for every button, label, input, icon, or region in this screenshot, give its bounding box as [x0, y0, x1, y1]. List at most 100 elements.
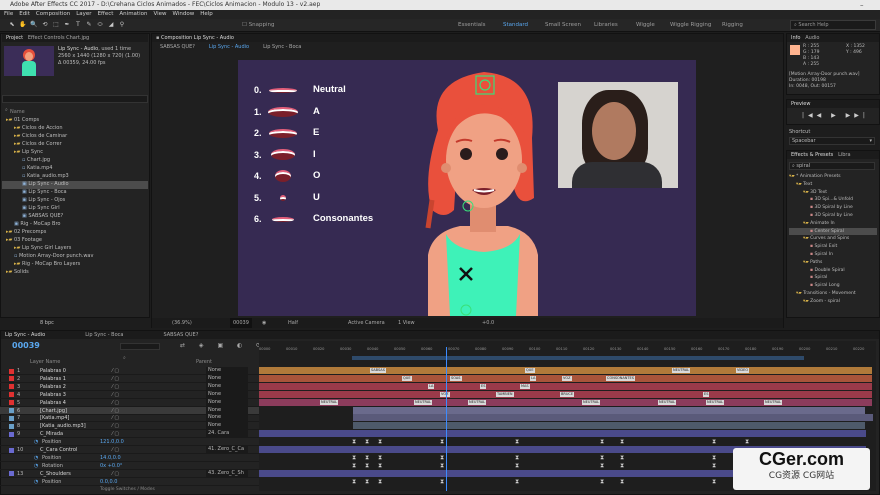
- project-item[interactable]: ▣ Lip Sync - Audio: [2, 181, 148, 189]
- layer-name[interactable]: C_Cara Control: [40, 446, 77, 454]
- keyframe-icon[interactable]: ⧗: [378, 438, 382, 445]
- project-item[interactable]: ▸▰ 03 Footage: [2, 237, 148, 245]
- col-parent[interactable]: Parent: [196, 359, 212, 366]
- property-value[interactable]: 0.0,0.0: [100, 478, 118, 486]
- effects-item[interactable]: ▾▰ * Animation Presets: [789, 173, 877, 181]
- effects-item[interactable]: ▪ Spiral Exit: [789, 243, 877, 251]
- layer-name[interactable]: [Chart.jpg]: [40, 407, 67, 415]
- effects-item[interactable]: ▪ 3D Spi...& Unfold: [789, 196, 877, 204]
- keyframe-icon[interactable]: ⧗: [365, 478, 369, 485]
- project-item[interactable]: ▫ Katia_audio.mp3: [2, 173, 148, 181]
- project-col-name[interactable]: Name: [10, 109, 25, 116]
- playhead[interactable]: [446, 347, 447, 491]
- switch-icons[interactable]: ⁄ ▢: [112, 399, 119, 407]
- layer-name[interactable]: [Katia_audio.mp3]: [40, 422, 86, 430]
- shortcut-select[interactable]: Spacebar ▾: [789, 137, 875, 145]
- menu-file[interactable]: File: [4, 10, 13, 19]
- project-item[interactable]: ▫ Katia.mp4: [2, 165, 148, 173]
- label-color[interactable]: [9, 431, 14, 437]
- effects-item[interactable]: ▪ Spiral Long: [789, 282, 877, 290]
- keyframe-icon[interactable]: ⧗: [352, 478, 356, 485]
- resolution-select[interactable]: Half: [288, 318, 298, 328]
- tab-effect-controls[interactable]: Effect Controls Chart.jpg: [28, 35, 89, 41]
- parent-select[interactable]: None: [206, 414, 248, 422]
- col-layer-name[interactable]: Layer Name: [30, 359, 60, 366]
- project-item[interactable]: ▸▰ 01 Comps: [2, 117, 148, 125]
- zoom-level[interactable]: (36.9%): [172, 318, 192, 328]
- keyframe-icon[interactable]: ⧗: [440, 462, 444, 469]
- parent-select[interactable]: None: [206, 374, 248, 382]
- layer-marker[interactable]: NEUTRAL: [320, 399, 339, 405]
- tab-project[interactable]: Project: [6, 35, 23, 41]
- layer-row[interactable]: 13 C_Shoulders ⁄ ▢ 43. Zero_C_Sh: [0, 469, 260, 478]
- keyframe-icon[interactable]: ⧗: [712, 462, 716, 469]
- rotate-tool-icon[interactable]: ⟲: [41, 21, 49, 29]
- switch-icons[interactable]: ⁄ ▢: [112, 470, 119, 478]
- layer-name[interactable]: Palabras 2: [40, 383, 66, 391]
- layer-marker[interactable]: NEUTRAL: [468, 399, 487, 405]
- keyframe-icon[interactable]: ⧗: [352, 454, 356, 461]
- label-color[interactable]: [9, 408, 14, 413]
- keyframe-icon[interactable]: ⧗: [620, 478, 624, 485]
- keyframe-icon[interactable]: ⧗: [378, 478, 382, 485]
- project-item[interactable]: ▸▰ Solids: [2, 269, 148, 277]
- effects-item[interactable]: ▪ Spiral In: [789, 251, 877, 259]
- timeline-tab[interactable]: Lip Sync - Audio: [5, 332, 45, 338]
- menu-effect[interactable]: Effect: [98, 10, 114, 19]
- parent-select[interactable]: None: [206, 406, 248, 414]
- keyframe-icon[interactable]: ⧗: [515, 478, 519, 485]
- exposure-offset[interactable]: +0.0: [482, 318, 494, 328]
- layer-marker[interactable]: NEUTRAL: [582, 399, 601, 405]
- layer-row[interactable]: 1 Palabras 0 ⁄ ▢ None: [0, 367, 260, 375]
- keyframe-icon[interactable]: ⧗: [600, 478, 604, 485]
- keyframe-icon[interactable]: ⧗: [620, 462, 624, 469]
- label-color[interactable]: [9, 376, 14, 382]
- layer-row[interactable]: 6 [Chart.jpg] ⁄ ▢ None: [0, 406, 260, 415]
- bpc-indicator[interactable]: 8 bpc: [40, 320, 54, 327]
- layer-name[interactable]: Palabras 3: [40, 391, 66, 399]
- keyframe-icon[interactable]: ⧗: [365, 438, 369, 445]
- keyframe-icon[interactable]: ⧗: [600, 462, 604, 469]
- keyframe-icon[interactable]: ⧗: [712, 438, 716, 445]
- label-color[interactable]: [9, 368, 14, 374]
- menu-animation[interactable]: Animation: [119, 10, 147, 19]
- keyframe-icon[interactable]: ⧗: [600, 438, 604, 445]
- layer-marker[interactable]: VOZ: [562, 375, 572, 381]
- puppet-tool-icon[interactable]: ◢: [107, 21, 115, 29]
- project-item[interactable]: ▸▰ Lip Sync: [2, 149, 148, 157]
- switch-icons[interactable]: ⁄ ▢: [112, 414, 119, 422]
- project-item[interactable]: ▸▰ Rig - MoCap Bro Layers: [2, 261, 148, 269]
- layer-row[interactable]: 7 [Katia.mp4] ⁄ ▢ None: [0, 414, 260, 423]
- switch-icons[interactable]: ⁄ ▢: [112, 430, 119, 438]
- menu-composition[interactable]: Composition: [36, 10, 70, 19]
- layer-name[interactable]: [Katia.mp4]: [40, 414, 69, 422]
- parent-select[interactable]: None: [206, 422, 248, 430]
- layer-name[interactable]: Palabras 4: [40, 399, 66, 407]
- project-item[interactable]: ▣ Lip Sync - Boca: [2, 189, 148, 197]
- switch-icons[interactable]: ⁄ ▢: [112, 407, 119, 415]
- view-layout-select[interactable]: 1 View: [398, 318, 415, 328]
- layer-marker[interactable]: BRUCE: [560, 391, 575, 397]
- label-color[interactable]: [9, 415, 14, 421]
- keyframe-icon[interactable]: ⧗: [745, 438, 749, 445]
- layer-name[interactable]: Palabras 0: [40, 367, 66, 375]
- label-color[interactable]: [9, 400, 14, 406]
- project-item[interactable]: ▸▰ Ciclos de Caminar: [2, 133, 148, 141]
- layer-marker[interactable]: VOZ: [440, 391, 450, 397]
- project-item[interactable]: ▫ Chart.jpg: [2, 157, 148, 165]
- layer-marker[interactable]: MAS: [520, 383, 530, 389]
- parent-select[interactable]: None: [206, 390, 248, 398]
- effects-item[interactable]: ▾▰ Zoom - spiral: [789, 298, 877, 306]
- property-row[interactable]: ◔ Position 121.0,0.0: [0, 438, 260, 447]
- camera-tool-icon[interactable]: ⬚: [52, 21, 60, 29]
- parent-select[interactable]: None: [206, 382, 248, 390]
- keyframe-icon[interactable]: ⧗: [378, 454, 382, 461]
- keyframe-icon[interactable]: ⧗: [620, 438, 624, 445]
- keyframe-icon[interactable]: ⧗: [600, 454, 604, 461]
- menu-edit[interactable]: Edit: [19, 10, 30, 19]
- layer-row[interactable]: 8 [Katia_audio.mp3] ⁄ ▢ None: [0, 422, 260, 431]
- project-item[interactable]: ▸▰ Ciclos de Correr: [2, 141, 148, 149]
- pen-tool-icon[interactable]: ✒: [63, 21, 71, 29]
- layer-bar[interactable]: [353, 414, 873, 422]
- layer-bar[interactable]: [259, 367, 872, 374]
